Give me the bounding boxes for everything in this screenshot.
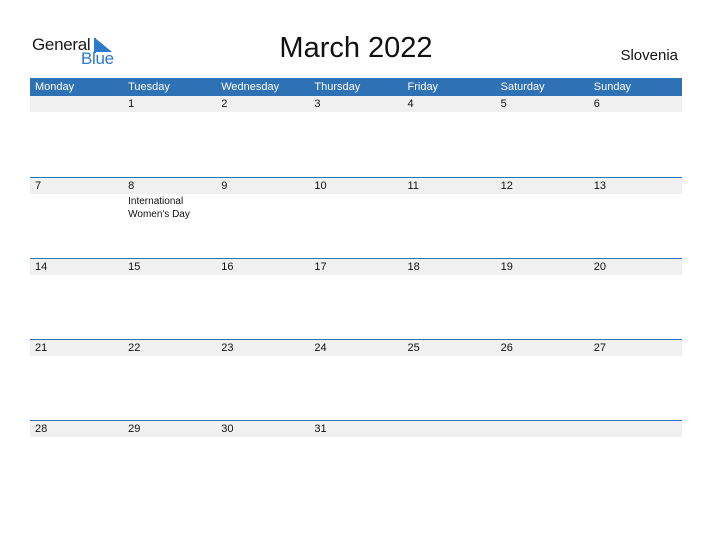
weekday-saturday: Saturday: [500, 81, 545, 93]
day-number: 28: [35, 423, 48, 435]
day-number: 17: [314, 261, 327, 273]
holiday-label: [496, 437, 589, 501]
day-number: 26: [500, 342, 513, 354]
holiday-label: [403, 356, 496, 420]
holiday-label: [216, 194, 309, 258]
events-strip: International Women's Day: [30, 194, 682, 258]
holiday-label: [309, 112, 402, 177]
date-strip: 21 22 23 24 25 26 27: [30, 340, 682, 356]
week-row: 21 22 23 24 25 26 27: [30, 339, 682, 420]
day-number: 12: [500, 180, 513, 192]
day-number: 29: [128, 423, 141, 435]
holiday-label: [30, 194, 123, 258]
day-number: 10: [314, 180, 327, 192]
weekday-monday: Monday: [35, 81, 75, 93]
date-strip: 1 2 3 4 5 6: [30, 96, 682, 112]
day-number: 8: [128, 180, 135, 192]
day-number: 19: [500, 261, 513, 273]
holiday-label: [216, 112, 309, 177]
day-number: 21: [35, 342, 48, 354]
holiday-label: [123, 437, 216, 501]
holiday-label: [496, 356, 589, 420]
holiday-label: [403, 437, 496, 501]
holiday-label: [30, 275, 123, 339]
events-strip: [30, 112, 682, 177]
day-number: [589, 421, 682, 437]
date-strip: 28 29 30 31: [30, 421, 682, 437]
day-number: 15: [128, 261, 141, 273]
week-row: 1 2 3 4 5 6: [30, 96, 682, 177]
day-number: 5: [500, 98, 507, 110]
events-strip: [30, 356, 682, 420]
day-number: 25: [407, 342, 420, 354]
weekday-wednesday: Wednesday: [221, 81, 280, 93]
holiday-label: [309, 194, 402, 258]
day-number: 20: [593, 261, 606, 273]
date-strip: 14 15 16 17 18 19 20: [30, 259, 682, 275]
day-number: 6: [593, 98, 600, 110]
holiday-label: [589, 356, 682, 420]
calendar-title: March 2022: [279, 32, 433, 64]
holiday-label: [216, 356, 309, 420]
events-strip: [30, 275, 682, 339]
day-number: 1: [128, 98, 135, 110]
day-number: 7: [35, 180, 42, 192]
day-number: 27: [593, 342, 606, 354]
holiday-label: [309, 275, 402, 339]
holiday-label: [589, 194, 682, 258]
weekday-header: Monday Tuesday Wednesday Thursday Friday…: [30, 78, 682, 96]
weekday-friday: Friday: [407, 81, 439, 93]
day-number: 18: [407, 261, 420, 273]
holiday-label: [309, 356, 402, 420]
day-number: 23: [221, 342, 234, 354]
holiday-label: [496, 194, 589, 258]
holiday-label: [589, 112, 682, 177]
day-number: 31: [314, 423, 327, 435]
date-strip: 7 8 9 10 11 12 13: [30, 178, 682, 194]
calendar-grid: Monday Tuesday Wednesday Thursday Friday…: [30, 78, 682, 501]
holiday-label: [403, 194, 496, 258]
day-number: 4: [407, 98, 414, 110]
holiday-label: International Women's Day: [128, 196, 190, 220]
day-number: 30: [221, 423, 234, 435]
holiday-label: [216, 437, 309, 501]
weekday-tuesday: Tuesday: [128, 81, 170, 93]
day-number: 14: [35, 261, 48, 273]
holiday-label: [123, 112, 216, 177]
day-number: 13: [593, 180, 606, 192]
day-number: [496, 421, 589, 437]
day-number: 22: [128, 342, 141, 354]
events-strip: [30, 437, 682, 501]
holiday-label: [403, 112, 496, 177]
holiday-label: [496, 112, 589, 177]
holiday-label: [30, 112, 123, 177]
week-row: 14 15 16 17 18 19 20: [30, 258, 682, 339]
country-label: Slovenia: [620, 47, 678, 64]
weekday-sunday: Sunday: [593, 81, 632, 93]
holiday-label: [123, 275, 216, 339]
day-number: 2: [221, 98, 228, 110]
day-number: 3: [314, 98, 321, 110]
day-number: 24: [314, 342, 327, 354]
day-number: [30, 96, 123, 112]
holiday-label: [30, 437, 123, 501]
day-number: 9: [221, 180, 228, 192]
day-number: 16: [221, 261, 234, 273]
holiday-label: [589, 437, 682, 501]
holiday-label: [30, 356, 123, 420]
holiday-label: [496, 275, 589, 339]
day-number: [403, 421, 496, 437]
holiday-label: [403, 275, 496, 339]
holiday-label: [216, 275, 309, 339]
holiday-label: [589, 275, 682, 339]
holiday-label: [309, 437, 402, 501]
day-number: 11: [407, 180, 419, 192]
weekday-thursday: Thursday: [314, 81, 361, 93]
week-row: 7 8 9 10 11 12 13 International Women's Day: [30, 177, 682, 258]
holiday-label: [123, 356, 216, 420]
week-row: 28 29 30 31: [30, 420, 682, 501]
